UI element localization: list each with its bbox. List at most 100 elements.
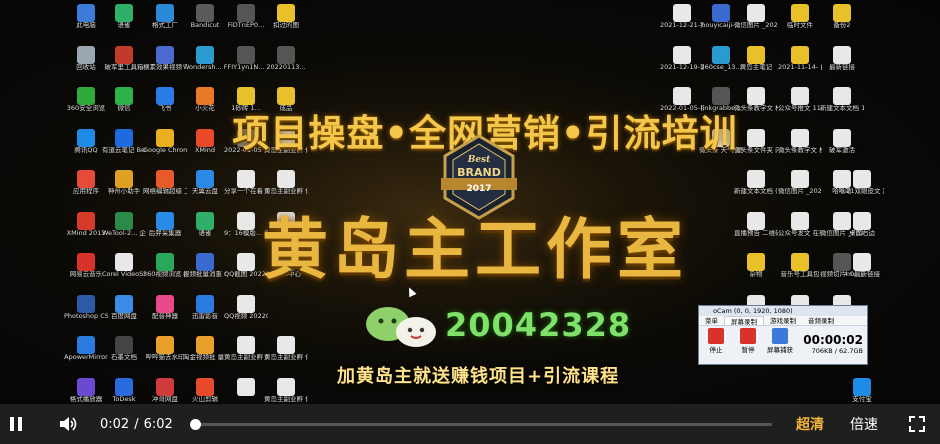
desktop-icon[interactable]: FiDTnEP0... — [224, 0, 268, 42]
desktop-icon[interactable]: 公众号发文 在线内容 — [778, 208, 822, 250]
desktop-icon[interactable]: 支付宝 — [840, 374, 884, 405]
desktop-icon[interactable] — [264, 291, 308, 333]
ocam-tab[interactable]: 音频录制 — [802, 316, 840, 325]
desktop-icon[interactable]: 冲哥网盘 — [143, 374, 187, 405]
desktop-icon[interactable]: 黄岛主副业孵 化基地 — [264, 332, 308, 374]
desktop-icon[interactable]: 神州小助手 — [102, 166, 146, 208]
video-frame[interactable]: 此电脑 回收站 360安全浏览 腾讯QQ 应用程序 XMind 2013 网易云音乐 Phot… — [0, 0, 940, 404]
desktop-app-icon — [156, 377, 174, 396]
desktop-icon-label: Bandicut — [190, 22, 220, 29]
quality-label: 超清 — [796, 417, 824, 433]
desktop-icon[interactable]: 音乐号工具包 — [778, 249, 822, 291]
desktop-icon[interactable]: 杂物 — [734, 249, 778, 291]
speed-button[interactable]: 倍速 — [850, 404, 878, 444]
ocam-tool-button[interactable]: 暂停 — [735, 328, 761, 354]
desktop-icon[interactable]: 直播预告 二维码 — [734, 208, 778, 250]
desktop-app-icon — [77, 45, 95, 64]
desktop-app-icon — [791, 253, 809, 271]
desktop-icon[interactable]: 天翼云盘 — [183, 166, 227, 208]
desktop-icon[interactable]: 2021-12-19-影子视频号 — [660, 42, 704, 84]
progress-knob[interactable] — [190, 419, 201, 430]
desktop-icon[interactable] — [778, 374, 822, 405]
desktop-icon-label: ToDesk — [112, 395, 136, 403]
ocam-tool-button[interactable]: 停止 — [703, 328, 729, 354]
desktop-icon[interactable] — [840, 83, 884, 125]
desktop-icon[interactable]: 哔哔猫去水印 — [143, 332, 187, 374]
desktop-icon[interactable]: 破军里工具箱 — [102, 42, 146, 84]
desktop-icon[interactable]: 20220113... — [264, 42, 308, 84]
desktop-icon[interactable] — [840, 125, 884, 167]
player-control-bar: 0:02 / 6:02 超清 倍速 — [0, 404, 940, 444]
desktop-icon[interactable]: QQ视频 20220113... — [224, 291, 268, 333]
progress-bar[interactable] — [190, 419, 772, 430]
desktop-icon[interactable]: 微头条教学文 档 — [778, 125, 822, 167]
desktop-icon[interactable]: 桌面右边 — [840, 208, 884, 250]
desktop-icon[interactable]: Bandicut — [183, 0, 227, 42]
desktop-icon[interactable]: 新建文本文档 (2) — [734, 166, 778, 208]
desktop-icon[interactable]: 微信图片 _2021110... — [734, 0, 778, 42]
desktop-icon-label: 桌面右边 — [849, 229, 875, 237]
desktop-icon-label: 4.0最新链接 — [843, 271, 881, 278]
desktop-icon[interactable]: 语雀 — [183, 208, 227, 250]
desktop-icon[interactable] — [840, 42, 884, 84]
desktop-icon-label: 直播预告 二维码 — [734, 229, 778, 237]
duration: 6:02 — [143, 416, 173, 432]
desktop-icon[interactable]: 石墨文档 — [102, 332, 146, 374]
pause-button[interactable] — [4, 404, 28, 444]
desktop-icon[interactable]: 2021-11-14- 自媒体直局... — [778, 42, 822, 84]
volume-icon — [60, 417, 77, 431]
desktop-icon[interactable]: 微信 — [102, 83, 146, 125]
desktop-icon[interactable]: 有道云笔记 Beta版 — [102, 125, 146, 167]
desktop-icon[interactable]: 配音神器 — [143, 291, 187, 333]
ocam-window[interactable]: oCam (0, 0, 1920, 1080) 菜单 屏幕录制 游戏录制 音频录制 停… — [698, 305, 868, 365]
desktop-icon[interactable]: 网络编辑超级 工具箱 — [143, 166, 187, 208]
quality-button[interactable]: 超清 — [796, 404, 824, 444]
desktop-icon[interactable]: 2021-12-21-科普中视频... — [660, 0, 704, 42]
desktop-icon[interactable]: 黄岛主笔记 — [734, 42, 778, 84]
desktop-icon[interactable]: 公众号推文 11.14... — [778, 83, 822, 125]
desktop-app-icon — [115, 170, 133, 188]
ocam-tool-button[interactable]: 屏幕捕获 — [767, 328, 793, 354]
desktop-icon[interactable]: 4.0最新链接 — [840, 249, 884, 291]
desktop-app-icon — [115, 211, 133, 230]
desktop-icon[interactable]: 黄岛主副业孵 化基地 — [264, 374, 308, 405]
desktop-icon[interactable]: 微信图片 _2021111... — [778, 166, 822, 208]
desktop-icon[interactable]: 后羿采集器 — [143, 208, 187, 250]
desktop-icon[interactable]: 淘金视频批 量下载3.0 — [183, 332, 227, 374]
ocam-tab[interactable]: 屏幕录制 — [724, 316, 764, 326]
desktop-icon[interactable]: 迅雷影音 — [183, 291, 227, 333]
fullscreen-button[interactable] — [906, 404, 928, 444]
desktop-icon[interactable]: 6.21双眼皮文 案2 — [840, 166, 884, 208]
desktop-icon[interactable]: 火山剪辑 — [183, 374, 227, 405]
ocam-tab[interactable]: 游戏录制 — [764, 316, 802, 325]
speed-label: 倍速 — [850, 417, 878, 433]
desktop-icon-label: 微信图片 _2021110... — [734, 22, 778, 29]
pause-icon — [10, 417, 22, 431]
desktop-icon-label: 有道云笔记 Beta版 — [102, 146, 146, 154]
desktop-icon[interactable] — [734, 374, 778, 405]
desktop-icon[interactable]: 百度网盘 — [102, 291, 146, 333]
desktop-icon[interactable]: 飞书 — [143, 83, 187, 125]
desktop-icon[interactable]: 语雀 — [102, 0, 146, 42]
desktop-icon[interactable] — [224, 374, 268, 405]
desktop-app-icon — [747, 211, 765, 230]
desktop-icon[interactable]: Wondersh... Filmora9 — [183, 42, 227, 84]
desktop-icon[interactable]: WeTool-2... 企业离线... — [102, 208, 146, 250]
desktop-icon[interactable]: 360视频浏览 器 — [143, 249, 187, 291]
desktop-icon[interactable]: 格式工厂 — [143, 0, 187, 42]
desktop-icon[interactable]: FIY1yn1N... — [224, 42, 268, 84]
desktop-icon[interactable]: Google Chrome — [143, 125, 187, 167]
desktop-icon[interactable] — [840, 0, 884, 42]
desktop-icon[interactable]: ToDesk — [102, 374, 146, 405]
desktop-icon[interactable]: 横素效果视频 下载(xmlbar) — [143, 42, 187, 84]
desktop-icon[interactable]: 视频批量消重 new — [183, 249, 227, 291]
desktop-icon[interactable]: Corel VideoStud... — [102, 249, 146, 291]
desktop-icon[interactable]: 临时文件 — [778, 0, 822, 42]
ocam-tab[interactable]: 菜单 — [699, 316, 724, 325]
desktop-icon[interactable]: 扣过的图 — [264, 0, 308, 42]
desktop-icon[interactable] — [660, 374, 704, 405]
desktop-app-icon — [77, 253, 95, 271]
desktop-app-icon — [156, 87, 174, 105]
volume-button[interactable] — [56, 404, 80, 444]
desktop-icon[interactable]: 黄岛主副业孵 化基地 — [224, 332, 268, 374]
